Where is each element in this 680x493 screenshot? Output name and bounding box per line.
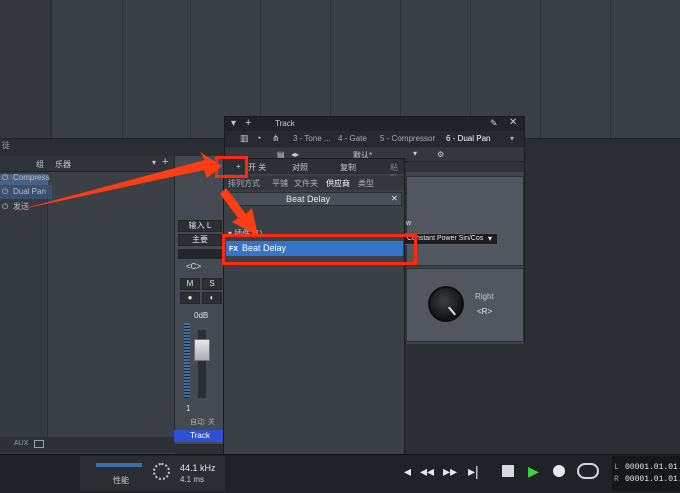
right-marker-label: R	[614, 475, 619, 484]
right-locator-time[interactable]: 00001.01.01.	[625, 475, 680, 484]
record-icon[interactable]	[553, 465, 565, 477]
annotation-arrows	[18, 152, 258, 236]
latency: 4.1 ms	[180, 475, 205, 484]
cpu-icon	[153, 463, 170, 480]
loop-icon[interactable]	[577, 463, 599, 479]
arrow-to-plugin-item	[220, 188, 258, 236]
rewind-icon[interactable]: ◂◂	[420, 464, 434, 478]
fast-forward-icon[interactable]: ▸▸	[443, 464, 457, 478]
play-icon[interactable]: ▶	[528, 464, 539, 478]
arrow-to-add-button	[18, 152, 222, 210]
performance-meter	[96, 463, 142, 467]
time-display	[612, 456, 680, 491]
performance-label: 性能	[113, 476, 129, 485]
next-marker-icon[interactable]: ▸|	[468, 464, 479, 478]
previous-marker-icon[interactable]: ◂	[404, 464, 411, 478]
left-marker-label: L	[614, 463, 619, 472]
left-locator-time[interactable]: 00001.01.01.	[625, 463, 680, 472]
stop-icon[interactable]	[502, 465, 514, 477]
sample-rate: 44.1 kHz	[180, 463, 216, 473]
